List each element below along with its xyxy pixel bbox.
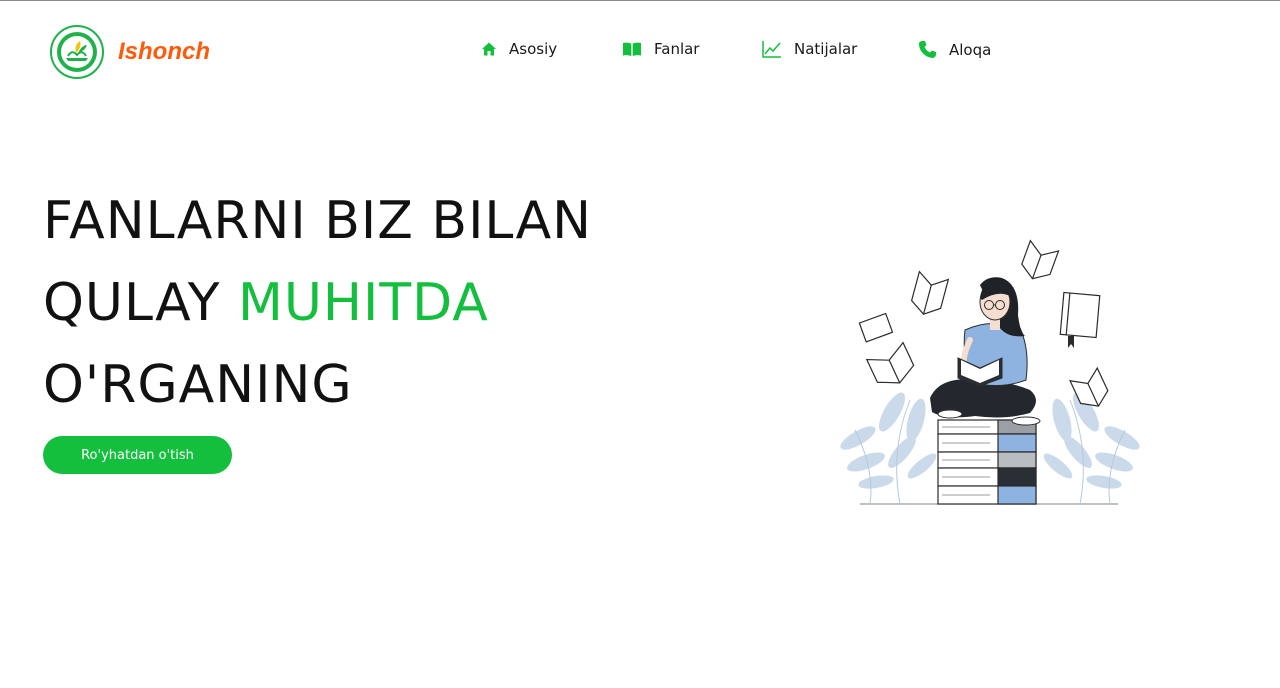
hero-line-3: O'RGANING xyxy=(43,355,353,415)
main-nav: Asosiy Fanlar Natijalar Aloqa xyxy=(0,40,1280,64)
nav-item-aloqa[interactable]: Aloqa xyxy=(918,40,991,59)
nav-item-asosiy[interactable]: Asosiy xyxy=(481,40,557,58)
reading-girl-illustration xyxy=(840,239,1140,505)
nav-label: Fanlar xyxy=(654,40,700,58)
home-icon xyxy=(482,42,496,56)
nav-label: Asosiy xyxy=(509,40,558,58)
hero-line-2: QULAY xyxy=(43,273,238,333)
nav-item-natijalar[interactable]: Natijalar xyxy=(762,40,857,58)
hero-line-1: FANLARNI BIZ BILAN xyxy=(43,191,593,251)
nav-item-fanlar[interactable]: Fanlar xyxy=(622,40,699,58)
nav-label: Aloqa xyxy=(949,40,992,59)
top-border xyxy=(0,0,1280,1)
register-button[interactable]: Ro'yhatdan o'tish xyxy=(43,436,232,474)
phone-icon xyxy=(919,41,936,58)
nav-label: Natijalar xyxy=(794,40,858,58)
hero-line-2-accent: MUHITDA xyxy=(237,273,489,333)
hero-title: FANLARNI BIZ BILAN QULAY MUHITDA O'RGANI… xyxy=(43,180,592,426)
chart-line-icon xyxy=(762,41,781,58)
book-icon xyxy=(623,42,641,56)
